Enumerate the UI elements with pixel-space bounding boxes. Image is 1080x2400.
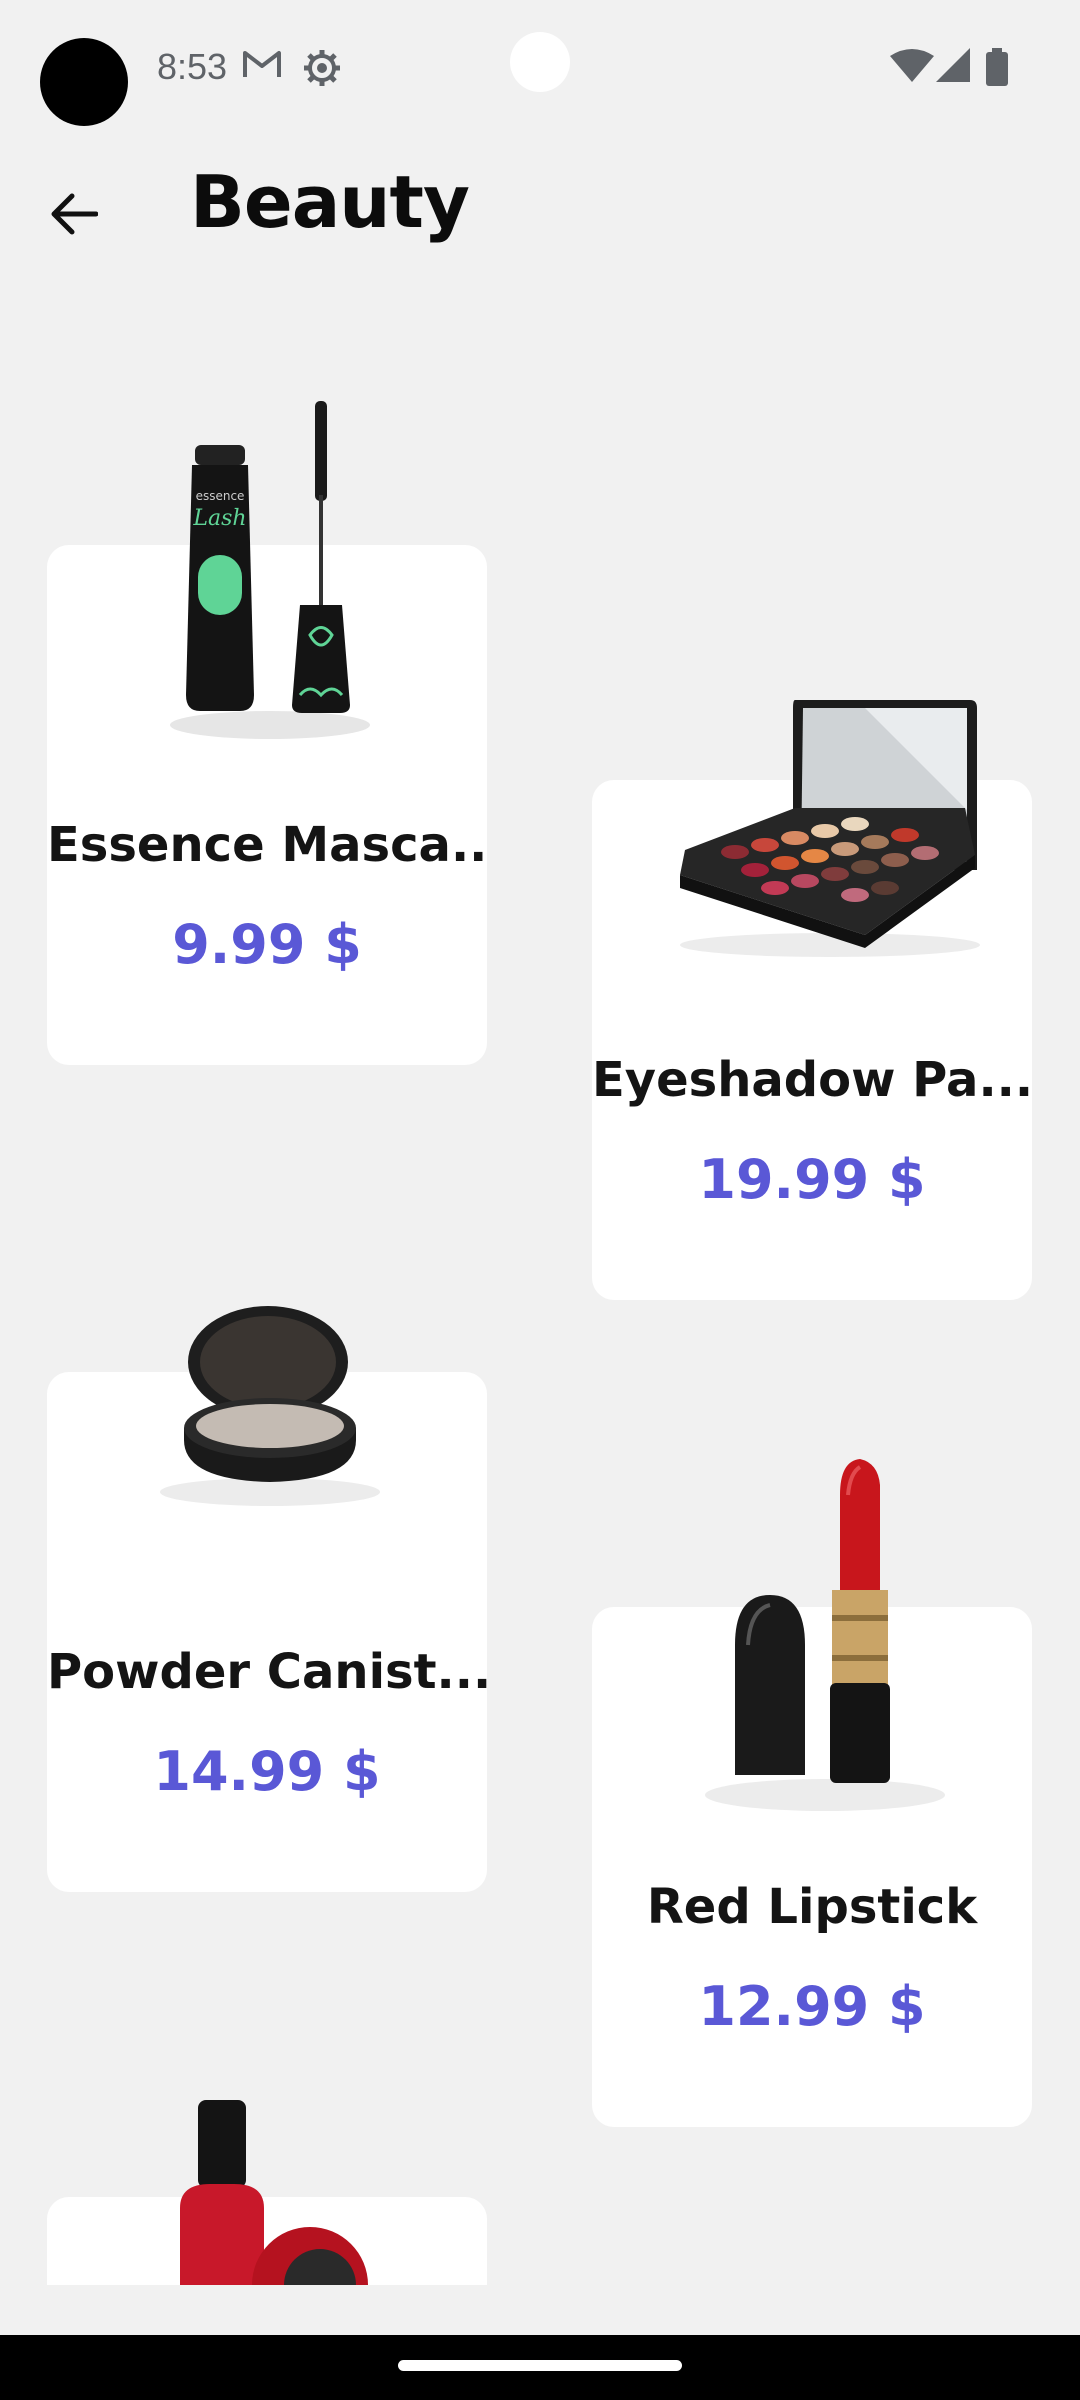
product-price: 12.99 $: [698, 1975, 926, 2038]
top-app-bar: Beauty: [0, 150, 1080, 260]
gmail-icon: [243, 51, 281, 77]
product-name: Red Lipstick: [646, 1879, 978, 1935]
navigation-bar: [0, 2335, 1080, 2400]
product-price: 19.99 $: [698, 1148, 926, 1211]
svg-text:essence: essence: [196, 489, 245, 503]
cellular-signal-icon: [936, 48, 970, 82]
home-gesture-handle[interactable]: [398, 2360, 682, 2371]
svg-text:Lash: Lash: [192, 506, 246, 531]
back-button[interactable]: [40, 180, 108, 248]
battery-icon: [986, 48, 1008, 86]
product-image-mascara: Lash essence: [170, 401, 370, 739]
avatar: [40, 38, 128, 126]
product-name: Essence Masca...: [47, 817, 487, 873]
product-image-powder: [160, 1306, 380, 1506]
arrow-back-icon: [51, 193, 98, 235]
status-bar: 8:53: [0, 0, 1080, 140]
product-name: Powder Canist...: [47, 1644, 487, 1700]
page-title: Beauty: [190, 160, 470, 244]
camera-cutout: [510, 32, 570, 92]
product-name: Eyeshadow Pa...: [592, 1052, 1032, 1108]
settings-gear-icon: [304, 50, 340, 86]
status-time: 8:53: [157, 46, 228, 87]
product-price: 14.99 $: [153, 1740, 381, 1803]
product-image-nail-polish: [180, 2100, 368, 2285]
wifi-icon: [890, 49, 934, 82]
product-price: 9.99 $: [172, 913, 362, 976]
